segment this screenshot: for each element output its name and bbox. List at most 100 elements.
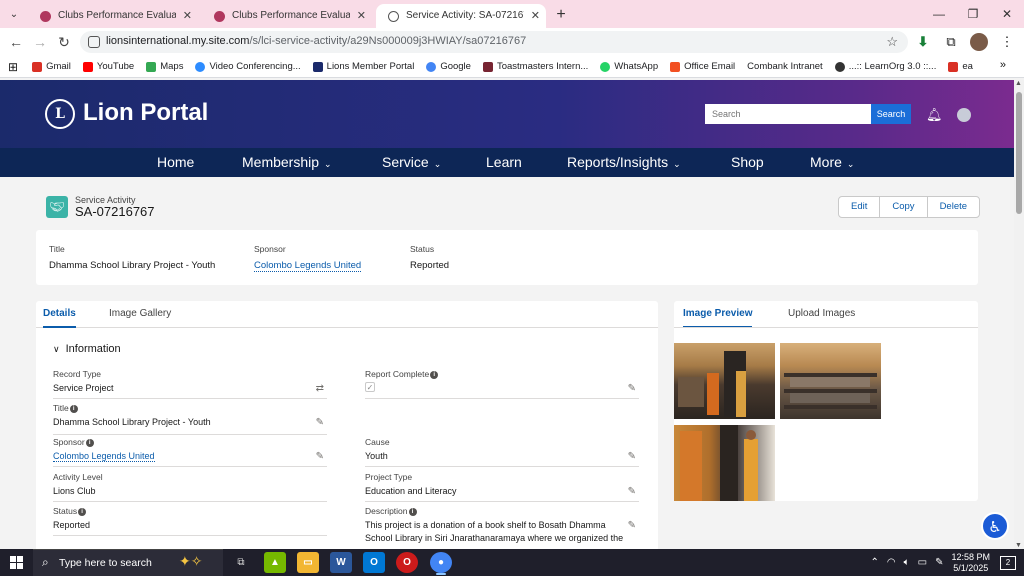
restore-icon[interactable]: ❐	[956, 0, 990, 28]
tab-image-preview[interactable]: Image Preview	[683, 301, 753, 328]
lions-logo[interactable]: L	[45, 99, 75, 129]
info-icon[interactable]: i	[78, 507, 87, 516]
download-icon[interactable]: ⬇	[914, 33, 932, 51]
bookmark-office-email[interactable]: Office Email	[670, 61, 735, 72]
page-scrollbar[interactable]: ▲ ▼	[1014, 80, 1024, 549]
info-icon[interactable]: i	[85, 438, 94, 447]
extensions-icon[interactable]: ⧉	[942, 33, 960, 51]
tab-search-chevron-icon[interactable]: ⌄	[0, 0, 28, 28]
nav-more[interactable]: More ⌄	[810, 148, 854, 177]
delete-button[interactable]: Delete	[926, 197, 979, 217]
word-icon[interactable]: W	[330, 552, 352, 573]
chevron-up-icon[interactable]: ⌃	[871, 557, 879, 568]
section-information[interactable]: ∨ Information	[53, 343, 121, 355]
pen-icon[interactable]: ✎	[935, 557, 943, 568]
battery-icon[interactable]: ▭	[918, 557, 927, 568]
info-icon[interactable]: i	[408, 507, 417, 516]
opera-icon[interactable]: O	[396, 552, 418, 573]
new-tab-button[interactable]: +	[550, 4, 572, 28]
bookmark-ea[interactable]: ea	[948, 61, 973, 72]
bookmark-video-conferencing[interactable]: Video Conferencing...	[195, 61, 301, 72]
edit-pencil-icon[interactable]: ✎	[628, 520, 636, 531]
nvidia-icon[interactable]: ▲	[264, 552, 286, 573]
bookmark-google[interactable]: Google	[426, 61, 471, 72]
back-icon[interactable]: ←	[4, 34, 28, 50]
browser-tab-title: Clubs Performance Evaluation S	[58, 10, 176, 21]
site-info-icon[interactable]	[88, 36, 100, 48]
edit-pencil-icon[interactable]: ✎	[628, 486, 636, 497]
close-icon[interactable]: ✕	[531, 4, 540, 28]
info-icon[interactable]: i	[69, 404, 78, 413]
taskbar-search[interactable]: ⌕ Type here to search ✦✧	[33, 549, 223, 576]
change-record-type-icon[interactable]: ⇄	[316, 383, 324, 394]
scroll-up-icon[interactable]: ▲	[1015, 80, 1022, 87]
portal-name[interactable]: Lion Portal	[83, 99, 208, 127]
accessibility-icon[interactable]: ♿︎	[981, 512, 1009, 540]
edit-button[interactable]: Edit	[839, 197, 879, 217]
profile-avatar[interactable]	[970, 33, 988, 51]
close-window-icon[interactable]: ✕	[990, 0, 1024, 28]
browser-tab-1[interactable]: Clubs Performance Evaluation S ✕	[28, 4, 198, 28]
nav-membership[interactable]: Membership ⌄	[242, 148, 332, 177]
nav-reports-insights[interactable]: Reports/Insights ⌄	[567, 148, 681, 177]
url-field[interactable]: lionsinternational.my.site.com/s/lci-ser…	[80, 31, 908, 53]
tab-details[interactable]: Details	[43, 301, 76, 328]
apps-grid-icon[interactable]: ⊞	[8, 60, 18, 74]
bookmark-label: ea	[962, 61, 973, 72]
bookmark-gmail[interactable]: Gmail	[32, 61, 71, 72]
field-label: Description	[365, 506, 408, 516]
bookmark-toastmasters[interactable]: Toastmasters Intern...	[482, 61, 588, 72]
search-input[interactable]	[705, 104, 871, 124]
tab-image-gallery[interactable]: Image Gallery	[109, 301, 171, 328]
browser-tab-3[interactable]: Service Activity: SA-07216767 ✕	[376, 4, 546, 28]
tab-upload-images[interactable]: Upload Images	[788, 301, 855, 328]
scroll-down-icon[interactable]: ▼	[1015, 542, 1022, 549]
nav-service[interactable]: Service ⌄	[382, 148, 441, 177]
windows-start-icon[interactable]	[10, 556, 23, 569]
forward-icon[interactable]: →	[28, 34, 52, 50]
sponsor-link[interactable]: Colombo Legends United	[53, 451, 155, 462]
bookmark-star-icon[interactable]: ☆	[886, 34, 898, 50]
search-button[interactable]: Search	[871, 104, 911, 124]
nav-learn[interactable]: Learn	[486, 148, 522, 177]
bell-icon[interactable]: 🔔︎	[926, 107, 943, 123]
edit-pencil-icon[interactable]: ✎	[316, 417, 324, 428]
project-photo[interactable]	[674, 343, 775, 419]
system-clock[interactable]: 12:58 PM 5/1/2025	[951, 552, 990, 574]
edit-pencil-icon[interactable]: ✎	[628, 451, 636, 462]
outlook-icon[interactable]: O	[363, 552, 385, 573]
bookmark-lions-member-portal[interactable]: Lions Member Portal	[312, 61, 414, 72]
close-icon[interactable]: ✕	[357, 4, 366, 28]
bookmark-whatsapp[interactable]: WhatsApp	[600, 61, 658, 72]
bookmark-youtube[interactable]: YouTube	[82, 61, 134, 72]
edit-pencil-icon[interactable]: ✎	[628, 383, 636, 394]
user-avatar-icon[interactable]	[957, 108, 971, 122]
nav-home[interactable]: Home	[157, 148, 194, 177]
bookmark-combank-intranet[interactable]: Combank Intranet	[747, 61, 823, 72]
info-icon[interactable]: i	[430, 370, 439, 379]
browser-tab-2[interactable]: Clubs Performance Evaluation S ✕	[202, 4, 372, 28]
task-view-icon[interactable]: ⧉	[230, 552, 252, 573]
clock-date: 5/1/2025	[953, 562, 989, 573]
nav-label: Reports/Insights	[567, 154, 669, 170]
project-photo[interactable]	[780, 343, 881, 419]
copy-button[interactable]: Copy	[879, 197, 926, 217]
project-photo[interactable]	[674, 425, 775, 501]
nav-shop[interactable]: Shop	[731, 148, 764, 177]
wifi-icon[interactable]: ◠	[887, 557, 896, 568]
menu-kebab-icon[interactable]: ⋮	[998, 33, 1016, 51]
bookmark-learnorg[interactable]: ...:: LearnOrg 3.0 ::...	[834, 61, 936, 72]
sponsor-link[interactable]: Colombo Legends United	[254, 260, 362, 272]
reload-icon[interactable]: ↻	[52, 34, 76, 51]
minimize-icon[interactable]: —	[922, 0, 956, 28]
more-bookmarks-icon[interactable]: »	[1000, 59, 1006, 71]
chrome-icon[interactable]: ●	[430, 552, 452, 575]
scrollbar-thumb[interactable]	[1016, 92, 1022, 214]
edit-pencil-icon[interactable]: ✎	[316, 451, 324, 462]
notifications-icon[interactable]: 2	[1000, 555, 1016, 570]
bookmark-maps[interactable]: Maps	[146, 61, 183, 72]
close-icon[interactable]: ✕	[183, 4, 192, 28]
speaker-icon[interactable]: 🔈︎	[904, 557, 910, 568]
file-explorer-icon[interactable]: ▭	[297, 552, 319, 573]
photo-figures	[678, 351, 746, 417]
